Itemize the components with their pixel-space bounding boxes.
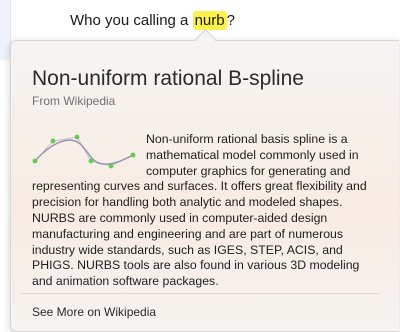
lookup-popover: Non-uniform rational B-spline From Wikip… <box>10 40 399 332</box>
document-text-before: Who you calling a <box>70 12 193 29</box>
document-text-line[interactable]: Who you calling a nurb? <box>70 11 235 30</box>
highlighted-lookup-word[interactable]: nurb <box>192 11 227 30</box>
see-more-link[interactable]: See More on Wikipedia <box>32 305 156 319</box>
document-text-after: ? <box>226 12 235 29</box>
popover-description-block: Non-uniform rational basis spline is a m… <box>32 132 378 290</box>
thumbnail-spacer <box>32 132 144 178</box>
popover-source: From Wikipedia <box>32 94 116 108</box>
popover-divider <box>21 293 379 294</box>
popover-title: Non-uniform rational B-spline <box>32 67 304 90</box>
